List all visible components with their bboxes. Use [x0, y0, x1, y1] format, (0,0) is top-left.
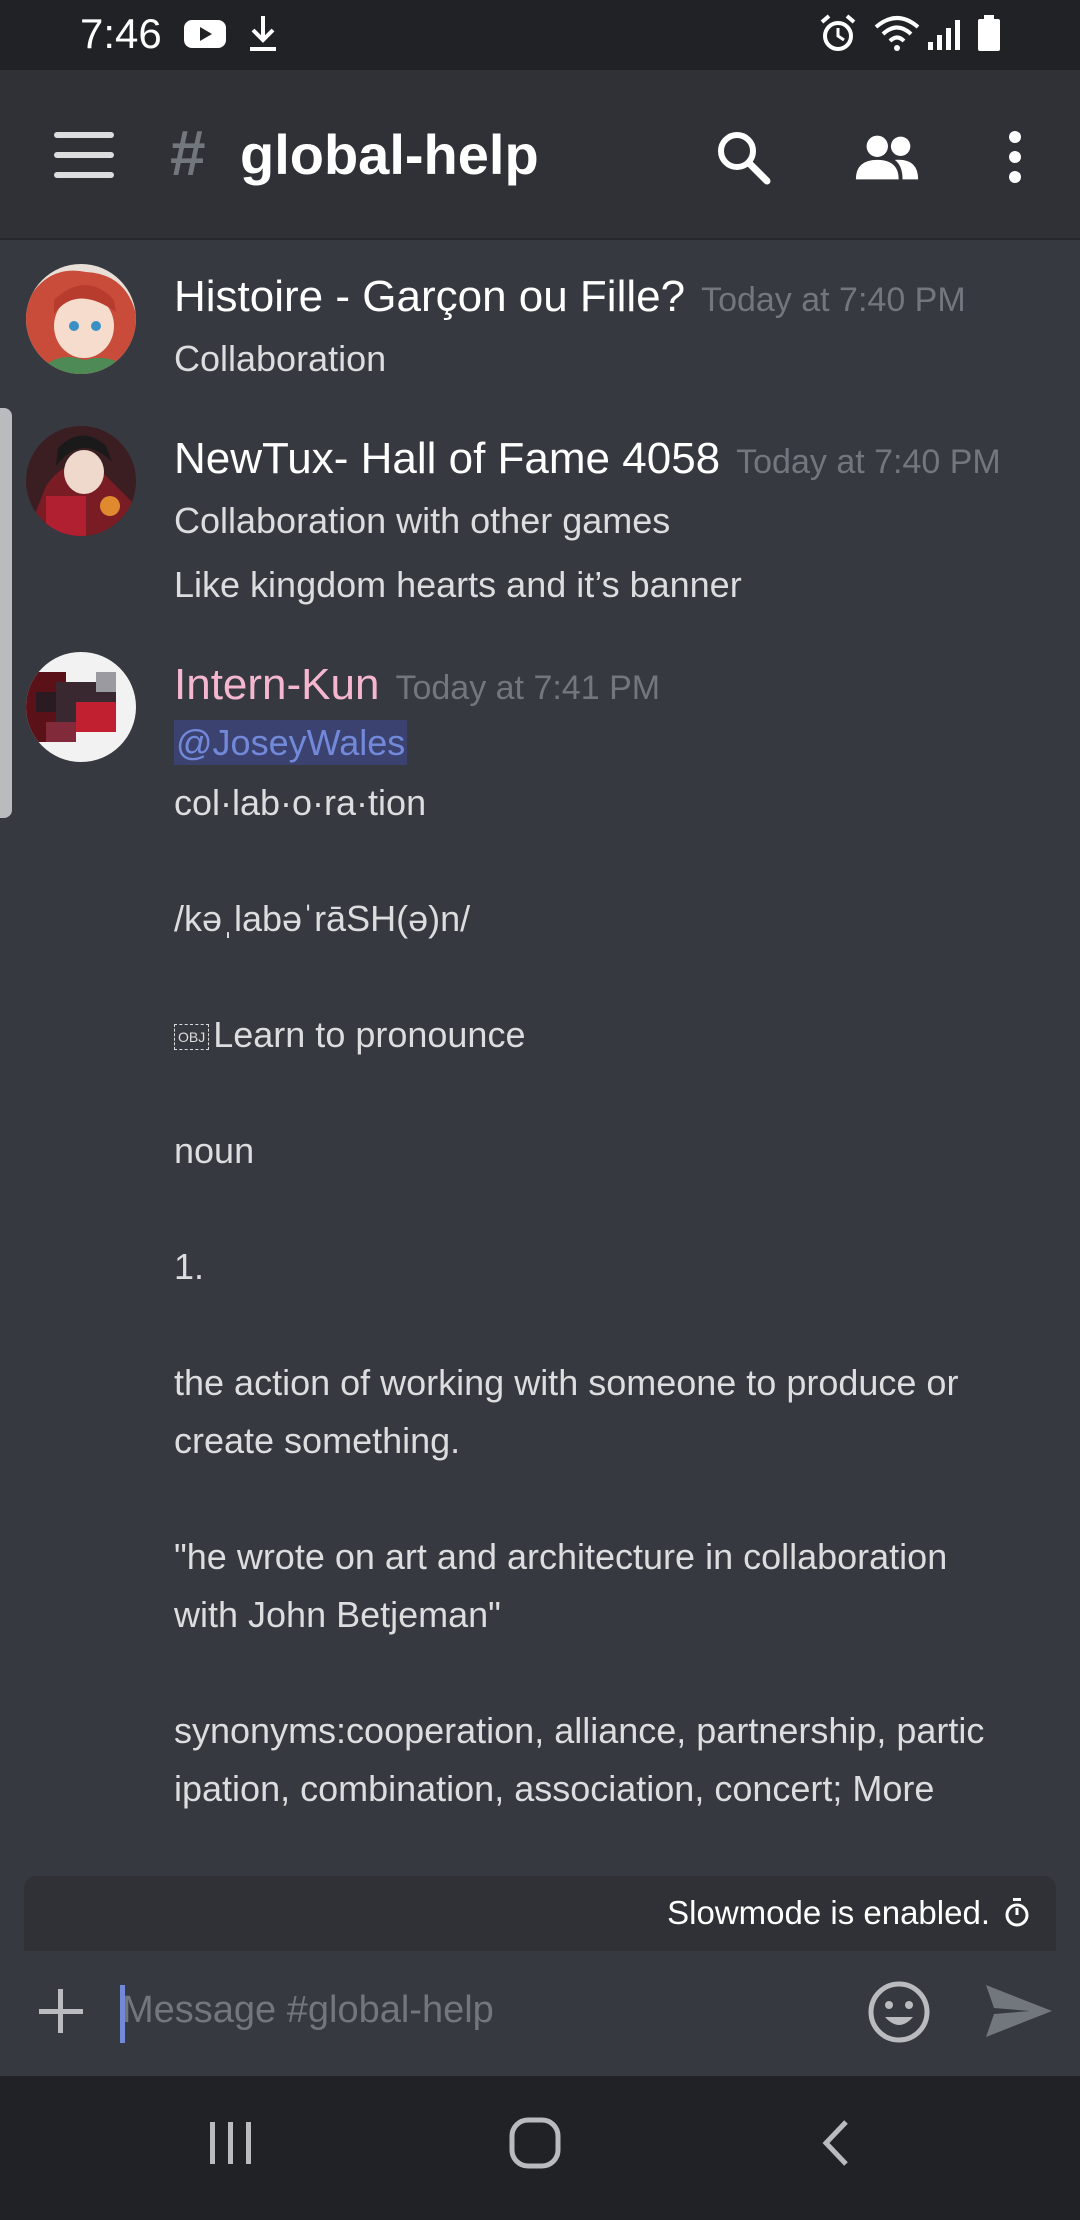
slowmode-banner: Slowmode is enabled. [24, 1876, 1056, 1951]
channel-hash-icon: # [170, 117, 206, 189]
status-time: 7:46 [80, 10, 162, 57]
object-replacement-glyph: OBJ [174, 1024, 210, 1051]
message-author[interactable]: NewTux- Hall of Fame 4058 Today at 7:40 P… [174, 434, 1001, 484]
message-text: OBJ Learn to pronounce [174, 1014, 525, 1056]
youtube-icon [184, 14, 226, 54]
message-text: Like kingdom hearts and it’s banner [174, 564, 742, 605]
avatar[interactable] [26, 426, 136, 536]
timer-icon [1004, 1898, 1030, 1933]
search-icon[interactable] [708, 122, 778, 192]
members-icon[interactable] [852, 122, 922, 192]
message-input[interactable]: Message #global-help [122, 1989, 494, 2032]
add-attachment-icon[interactable] [36, 1981, 86, 2041]
menu-icon[interactable] [54, 132, 114, 178]
avatar[interactable] [26, 264, 136, 374]
wifi-icon [874, 14, 920, 54]
channel-header: # global-help [0, 70, 1080, 240]
avatar[interactable] [26, 652, 136, 762]
message-text: /kəˌlabəˈrāSH(ə)n/ [174, 898, 471, 939]
back-icon[interactable] [818, 2118, 854, 2173]
message-text: create something. [174, 1420, 461, 1461]
signal-icon [926, 14, 966, 54]
status-bar: 7:46 [0, 0, 1080, 70]
message-text: "he wrote on art and architecture in col… [174, 1536, 948, 1577]
message-text: the action of working with someone to pr… [174, 1362, 959, 1403]
message-timestamp: Today at 7:41 PM [395, 669, 661, 707]
recent-apps-icon[interactable] [206, 2118, 256, 2173]
message-text: noun [174, 1130, 255, 1171]
message-text: 1. [174, 1246, 205, 1287]
scroll-indicator[interactable] [0, 408, 12, 818]
system-nav-bar [0, 2076, 1080, 2220]
message-author[interactable]: Histoire - Garçon ou Fille? Today at 7:40… [174, 272, 966, 322]
message-text: Collaboration [174, 338, 387, 379]
channel-title: global-help [240, 123, 539, 186]
message-text: synonyms:cooperation, alliance, partners… [174, 1710, 985, 1751]
message-text: ipation, combination, association, conce… [174, 1768, 935, 1809]
battery-icon [976, 14, 1002, 54]
message-timestamp: Today at 7:40 PM [736, 443, 1001, 481]
send-icon[interactable] [984, 1981, 1054, 2046]
more-options-icon[interactable] [980, 122, 1050, 192]
message-composer: Message #global-help [0, 1951, 1080, 2076]
message-author[interactable]: Intern-Kun Today at 7:41 PM [174, 660, 660, 710]
message-timestamp: Today at 7:40 PM [701, 281, 966, 319]
alarm-icon [818, 14, 858, 54]
message-text: with John Betjeman" [174, 1594, 501, 1635]
message-text: col·lab·o·ra·tion [174, 782, 427, 823]
user-mention[interactable]: @JoseyWales [174, 720, 408, 765]
emoji-icon[interactable] [866, 1979, 932, 2050]
download-icon [248, 14, 278, 54]
slowmode-text: Slowmode is enabled. [667, 1894, 990, 1931]
home-icon[interactable] [508, 2116, 562, 2175]
message-text: Collaboration with other games [174, 500, 671, 541]
